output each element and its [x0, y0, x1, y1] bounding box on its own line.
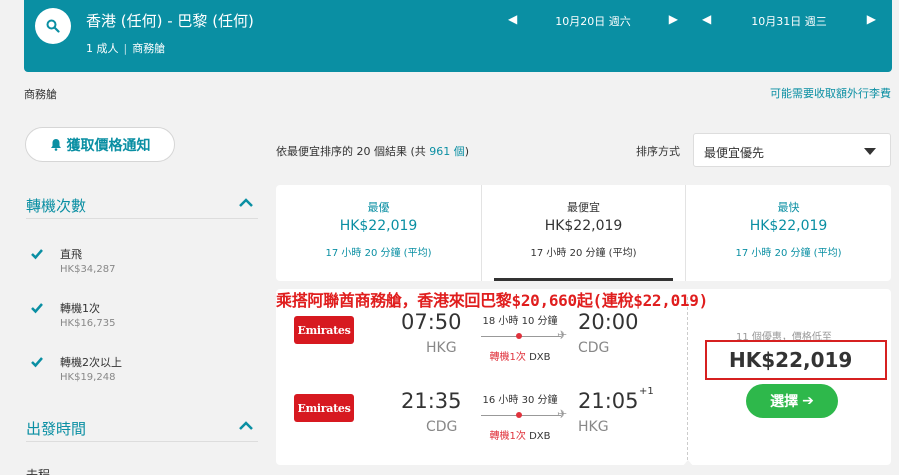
tab-title: 最快: [777, 201, 800, 214]
flight-duration: 18 小時 10 分鐘: [482, 316, 558, 327]
return-date-picker[interactable]: ◀ 10月31日 週三 ▶: [702, 12, 876, 30]
results-count-prefix: 依最便宜排序的 20 個結果 (共: [276, 145, 430, 158]
sort-label: 排序方式: [636, 145, 680, 158]
stop-dot: [516, 412, 522, 418]
checkbox-checked-icon[interactable]: [30, 247, 44, 261]
active-tab-indicator: [494, 278, 673, 281]
departure-time: 21:35: [401, 389, 462, 413]
chevron-up-icon[interactable]: [238, 197, 254, 209]
stop-count: 轉機1次: [489, 352, 526, 363]
stop-option-label: 轉機1次: [60, 302, 100, 315]
checkbox-checked-icon[interactable]: [30, 355, 44, 369]
stops-filter-header[interactable]: 轉機次數: [26, 195, 258, 219]
stop-airport: DXB: [529, 352, 551, 363]
stop-info: 轉機1次 DXB: [470, 348, 570, 363]
tab-title: 最便宜: [567, 201, 600, 214]
departure-time-filter-header[interactable]: 出發時間: [26, 418, 258, 442]
sort-selected-value: 最便宜優先: [704, 146, 765, 160]
price-alert-label: 獲取價格通知: [66, 137, 151, 154]
arrival-airport: CDG: [578, 340, 610, 356]
tab-price: HK$22,019: [544, 218, 623, 234]
departure-airport: CDG: [426, 419, 458, 435]
departure-time: 07:50: [401, 310, 462, 334]
select-flight-button[interactable]: 選擇 ➔: [746, 384, 838, 418]
cabin-class-label: 商務艙: [24, 88, 57, 101]
tab-price: HK$22,019: [749, 218, 828, 234]
checkbox-checked-icon[interactable]: [30, 301, 44, 315]
passenger-cabin-summary[interactable]: 1 成人 | 商務艙: [86, 40, 165, 56]
departure-airport: HKG: [426, 340, 457, 356]
arrival-time: 21:05: [578, 389, 639, 413]
search-summary-bar[interactable]: 香港 (任何) - 巴黎 (任何) 1 成人 | 商務艙 ◀ 10月20日 週六 ▶…: [24, 0, 892, 72]
tab-duration: 17 小時 20 分鐘 (平均): [735, 248, 842, 259]
stop-airport: DXB: [529, 431, 551, 442]
airline-logo: Emirates: [294, 316, 354, 344]
next-date-icon[interactable]: ▶: [669, 12, 678, 26]
tab-best[interactable]: 最優 HK$22,019 17 小時 20 分鐘 (平均): [276, 185, 481, 281]
day-offset: +1: [639, 386, 654, 397]
bell-icon: [50, 139, 61, 151]
stop-info: 轉機1次 DXB: [470, 427, 570, 442]
tab-fastest[interactable]: 最快 HK$22,019 17 小時 20 分鐘 (平均): [686, 185, 891, 281]
select-button-label: 選擇: [770, 394, 799, 410]
results-count: 依最便宜排序的 20 個結果 (共 961 個): [276, 143, 469, 159]
stop-option-label: 直飛: [60, 248, 82, 261]
results-total-link[interactable]: 961 個: [429, 145, 465, 158]
stop-option-price: HK$16,735: [60, 318, 116, 329]
depart-date: 10月20日 週六: [555, 15, 631, 28]
arrival-time: 20:00: [578, 310, 639, 334]
stop-option-price: HK$19,248: [60, 372, 116, 383]
sort-dropdown[interactable]: 最便宜優先: [693, 133, 891, 167]
tab-cheapest[interactable]: 最便宜 HK$22,019 17 小時 20 分鐘 (平均): [481, 185, 686, 281]
arrow-right-icon: ➔: [802, 393, 814, 409]
search-button[interactable]: [35, 8, 71, 44]
stop-dot: [516, 333, 522, 339]
results-count-suffix: ): [464, 145, 470, 158]
return-date: 10月31日 週三: [751, 15, 827, 28]
flight-duration: 16 小時 30 分鐘: [482, 395, 558, 406]
stop-option-label: 轉機2次以上: [60, 356, 122, 369]
separator: |: [123, 42, 128, 55]
depart-date-picker[interactable]: ◀ 10月20日 週六 ▶: [508, 12, 678, 30]
cabin-class: 商務艙: [132, 42, 166, 55]
tab-price: HK$22,019: [339, 218, 418, 234]
outbound-leg: Emirates 07:50 HKG 18 小時 10 分鐘 ✈ 轉機1次 DX…: [276, 307, 687, 379]
departure-time-filter-title: 出發時間: [26, 420, 87, 438]
tab-duration: 17 小時 20 分鐘 (平均): [325, 248, 432, 259]
stops-filter-title: 轉機次數: [26, 197, 87, 215]
sort-summary-tabs: 最優 HK$22,019 17 小時 20 分鐘 (平均) 最便宜 HK$22,…: [276, 185, 891, 281]
airline-logo: Emirates: [294, 394, 354, 422]
chevron-up-icon[interactable]: [238, 420, 254, 432]
baggage-fee-link[interactable]: 可能需要收取額外行李費: [770, 85, 891, 101]
chevron-down-icon: [864, 148, 876, 155]
search-icon: [46, 19, 60, 33]
outbound-time-label: 去程: [26, 468, 51, 475]
price-alert-button[interactable]: 獲取價格通知: [25, 127, 175, 162]
tab-duration: 17 小時 20 分鐘 (平均): [530, 248, 637, 259]
passenger-count: 1 成人: [86, 42, 119, 55]
plane-icon: ✈: [557, 328, 568, 342]
promo-banner: 乘搭阿聯酋商務艙，香港來回巴黎$20,660起(連稅$22,019): [276, 291, 708, 310]
flight-price: HK$22,019: [729, 348, 853, 372]
stop-option-price: HK$34,287: [60, 264, 116, 275]
route-text[interactable]: 香港 (任何) - 巴黎 (任何): [86, 10, 254, 31]
arrival-airport: HKG: [578, 419, 609, 435]
plane-icon: ✈: [557, 407, 568, 421]
stop-count: 轉機1次: [489, 431, 526, 442]
tab-title: 最優: [367, 201, 390, 214]
inbound-leg: Emirates 21:35 CDG 16 小時 30 分鐘 ✈ 轉機1次 DX…: [276, 386, 687, 458]
chevron-down-icon: [682, 460, 694, 467]
next-date-icon[interactable]: ▶: [867, 12, 876, 26]
card-divider: [687, 297, 688, 465]
